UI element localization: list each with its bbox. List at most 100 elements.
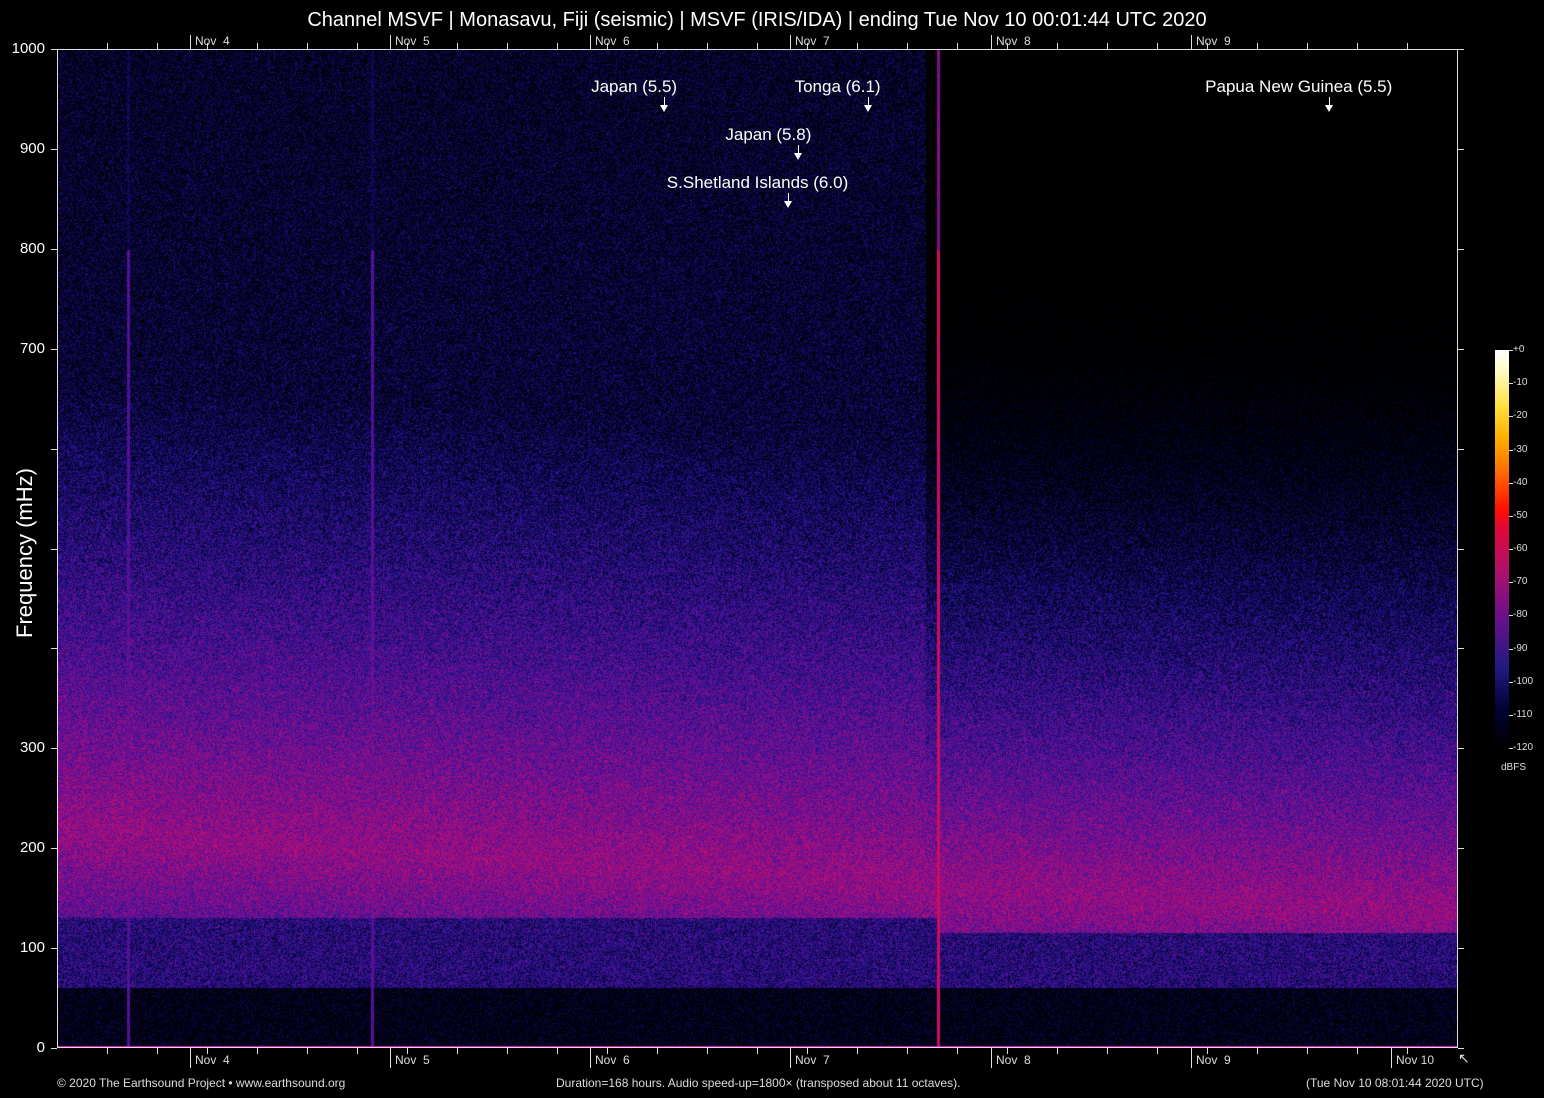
y-tick <box>51 249 57 250</box>
x-tick-top <box>1107 43 1108 49</box>
y-tick-right <box>1458 648 1464 649</box>
x-tick <box>907 1048 908 1054</box>
y-tick-right <box>1458 249 1464 250</box>
x-day-label-top: Nov 9 <box>1196 34 1231 48</box>
x-day-label: Nov 7 <box>795 1053 830 1067</box>
x-tick <box>307 1048 308 1054</box>
x-tick <box>957 1048 958 1054</box>
colorbar-tick-label: -100 <box>1513 676 1533 687</box>
x-day-tick <box>790 1048 791 1068</box>
chart-title: Channel MSVF | Monasavu, Fiji (seismic) … <box>0 9 1514 32</box>
y-tick-label: 0 <box>5 1039 45 1056</box>
x-tick-top <box>507 43 508 49</box>
annotation-label: Papua New Guinea (5.5) <box>1205 77 1392 97</box>
x-day-tick <box>390 1048 391 1068</box>
y-tick-label: 900 <box>5 140 45 157</box>
y-tick <box>51 1048 57 1049</box>
y-tick-right <box>1458 848 1464 849</box>
y-tick <box>51 848 57 849</box>
colorbar-tick-label: -30 <box>1513 444 1527 455</box>
x-tick-top <box>1407 43 1408 49</box>
x-day-label: Nov 8 <box>996 1053 1031 1067</box>
y-tick <box>51 948 57 949</box>
y-tick <box>51 549 57 550</box>
y-tick <box>51 349 57 350</box>
x-tick-top <box>657 43 658 49</box>
y-tick <box>51 648 57 649</box>
x-tick-top <box>757 43 758 49</box>
x-tick <box>707 1048 708 1054</box>
arrow-down-icon <box>784 201 792 208</box>
x-tick <box>457 1048 458 1054</box>
y-tick-right <box>1458 149 1464 150</box>
x-tick <box>507 1048 508 1054</box>
x-tick-top <box>857 43 858 49</box>
annotation-label: S.Shetland Islands (6.0) <box>667 173 848 193</box>
x-tick-top <box>1357 43 1358 49</box>
x-day-tick-top <box>1191 35 1192 49</box>
x-tick-top <box>1057 43 1058 49</box>
y-tick <box>51 149 57 150</box>
x-day-tick <box>190 1048 191 1068</box>
y-tick-label: 200 <box>5 839 45 856</box>
x-day-tick-top <box>190 35 191 49</box>
y-tick-label: 700 <box>5 340 45 357</box>
colorbar-tick-label: -80 <box>1513 609 1527 620</box>
colorbar-tick-label: -20 <box>1513 410 1527 421</box>
footer-info: Duration=168 hours. Audio speed-up=1800×… <box>556 1076 960 1090</box>
x-tick <box>257 1048 258 1054</box>
colorbar-tick-label: -40 <box>1513 477 1527 488</box>
y-tick-right <box>1458 449 1464 450</box>
y-tick-label: 300 <box>5 739 45 756</box>
x-tick-top <box>907 43 908 49</box>
footer-copyright: © 2020 The Earthsound Project • www.eart… <box>57 1076 345 1090</box>
x-day-tick <box>991 1048 992 1068</box>
y-tick-right <box>1458 549 1464 550</box>
x-day-label-top: Nov 8 <box>996 34 1031 48</box>
x-day-tick-top <box>991 35 992 49</box>
y-tick-right <box>1458 948 1464 949</box>
x-tick-top <box>557 43 558 49</box>
x-tick <box>1057 1048 1058 1054</box>
colorbar-tick-label: +0 <box>1513 344 1524 355</box>
x-day-label-top: Nov 7 <box>795 34 830 48</box>
arrow-down-icon <box>1325 105 1333 112</box>
colorbar-tick-label: -50 <box>1513 510 1527 521</box>
x-tick-top <box>357 43 358 49</box>
x-tick-top <box>107 43 108 49</box>
colorbar-tick-label: -10 <box>1513 377 1527 388</box>
y-tick-label: 100 <box>5 939 45 956</box>
x-tick <box>157 1048 158 1054</box>
x-tick-top <box>957 43 958 49</box>
annotation-label: Japan (5.8) <box>725 125 811 145</box>
x-day-tick <box>1191 1048 1192 1068</box>
x-tick <box>757 1048 758 1054</box>
x-day-label-top: Nov 5 <box>395 34 430 48</box>
x-tick-top <box>157 43 158 49</box>
x-tick <box>1357 1048 1358 1054</box>
x-tick <box>1257 1048 1258 1054</box>
annotation-label: Tonga (6.1) <box>795 77 881 97</box>
x-tick-top <box>1157 43 1158 49</box>
x-tick <box>357 1048 358 1054</box>
colorbar-tick-label: -70 <box>1513 576 1527 587</box>
x-tick-top <box>457 43 458 49</box>
x-day-tick <box>1391 1048 1392 1068</box>
colorbar-tick-label: -90 <box>1513 643 1527 654</box>
colorbar-tick-label: -110 <box>1513 709 1532 720</box>
x-tick-top <box>1307 43 1308 49</box>
x-day-label: Nov 9 <box>1196 1053 1231 1067</box>
x-tick <box>1157 1048 1158 1054</box>
x-tick-top <box>307 43 308 49</box>
x-tick-top <box>707 43 708 49</box>
y-tick <box>51 449 57 450</box>
colorbar <box>1495 350 1509 748</box>
x-day-label: Nov 10 <box>1396 1053 1434 1067</box>
x-day-label-top: Nov 6 <box>595 34 630 48</box>
x-day-tick-top <box>790 35 791 49</box>
y-tick-right <box>1458 748 1464 749</box>
x-day-label: Nov 6 <box>595 1053 630 1067</box>
y-axis-label: Frequency (mHz) <box>12 468 38 638</box>
colorbar-tick-label: -120 <box>1513 742 1533 753</box>
x-tick <box>657 1048 658 1054</box>
